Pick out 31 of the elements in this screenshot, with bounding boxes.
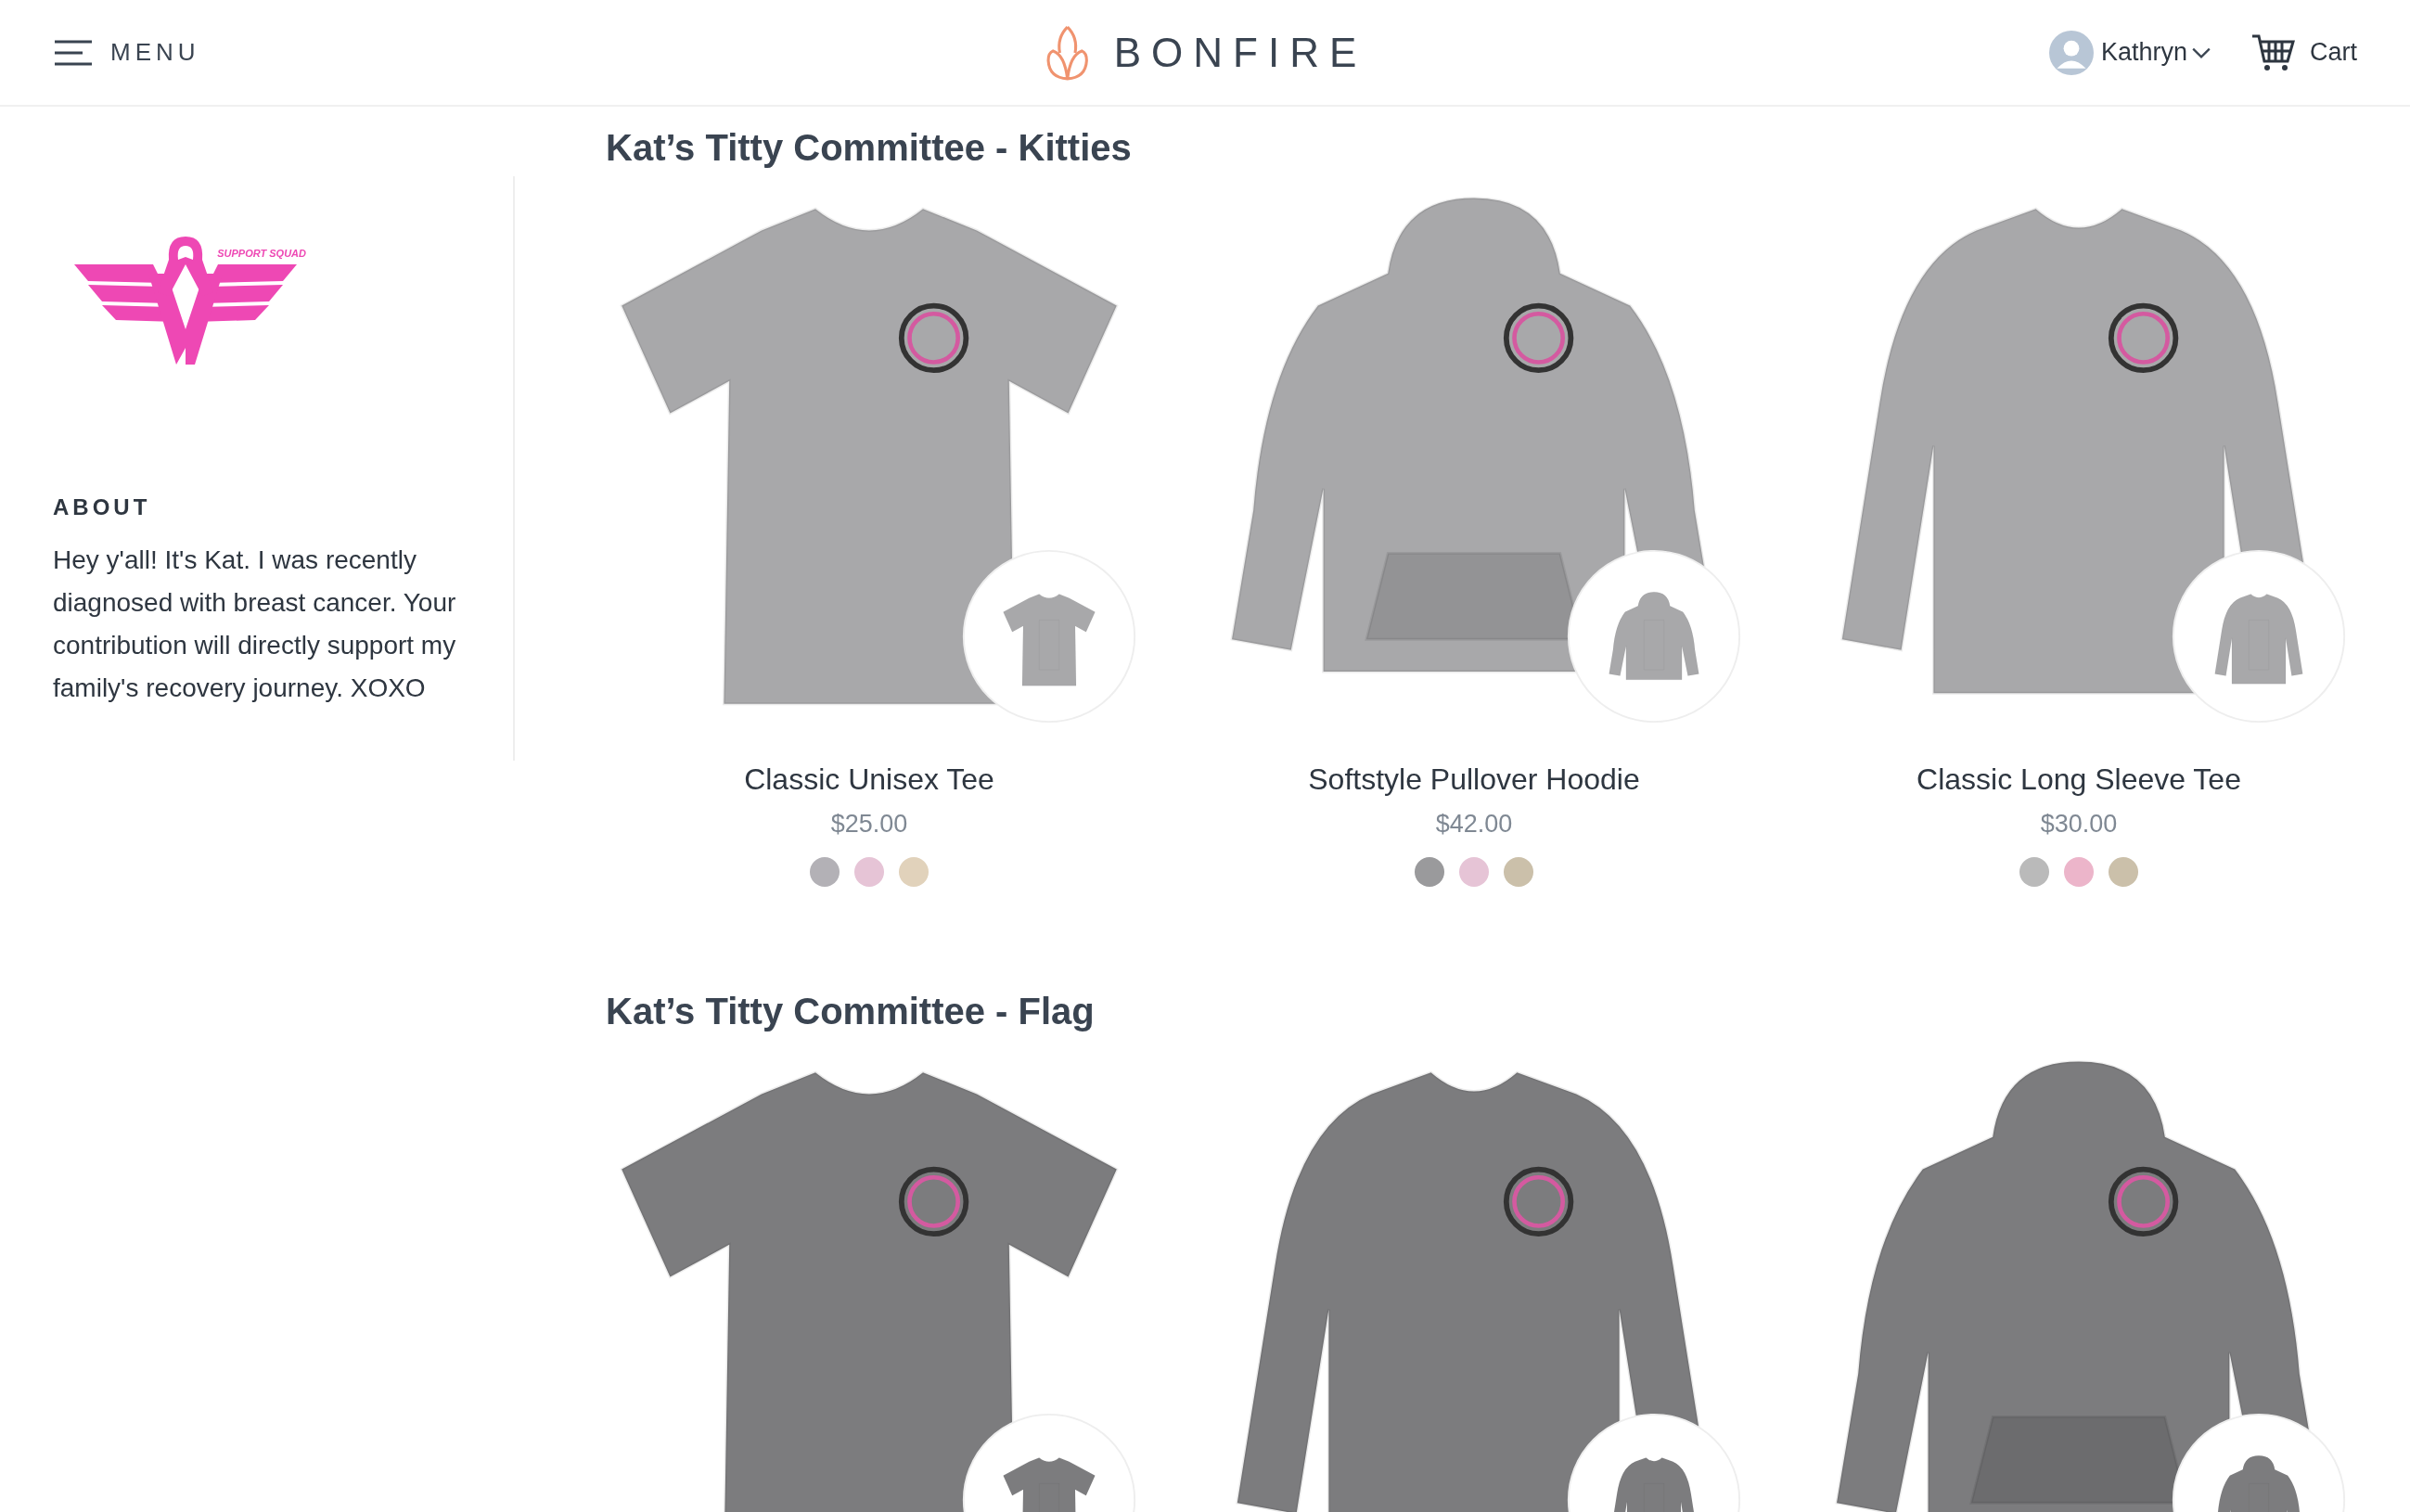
section-title: Kat’s Titty Committee - Kitties — [606, 127, 1133, 169]
product-thumbnail-drawing[interactable] — [2170, 547, 2348, 725]
color-swatch[interactable] — [810, 857, 840, 887]
color-swatch[interactable] — [2019, 857, 2049, 887]
color-swatch[interactable] — [854, 857, 884, 887]
color-swatch[interactable] — [1459, 857, 1489, 887]
menu-button[interactable]: MENU — [53, 38, 200, 67]
product-name[interactable]: Classic Unisex Tee — [744, 762, 994, 797]
cart-button[interactable]: Cart — [2250, 32, 2357, 72]
color-swatch[interactable] — [899, 857, 929, 887]
product-name[interactable]: Classic Long Sleeve Tee — [1916, 762, 2241, 797]
color-swatch[interactable] — [2109, 857, 2138, 887]
product-thumbnail-drawing[interactable] — [1565, 547, 1743, 725]
logo-tagline: SUPPORT SQUAD — [217, 248, 306, 259]
chevron-down-icon — [2191, 45, 2211, 59]
section-title: Kat’s Titty Committee - Flag — [606, 991, 1096, 1032]
brand-name: BONFIRE — [1113, 29, 1367, 76]
product-price: $30.00 — [2040, 810, 2118, 839]
product-price: $25.00 — [830, 810, 908, 839]
user-menu-button[interactable]: Kathryn — [2048, 30, 2211, 75]
avatar-icon — [2048, 30, 2094, 75]
menu-icon — [53, 38, 94, 67]
about-heading: ABOUT — [53, 494, 152, 520]
product-name[interactable]: Softstyle Pullover Hoodie — [1308, 762, 1640, 797]
color-swatch[interactable] — [1415, 857, 1444, 887]
product-price: $42.00 — [1435, 810, 1513, 839]
color-swatch[interactable] — [2064, 857, 2094, 887]
about-text: Hey y'all! It's Kat. I was recently diagnosed with breast cancer. Your contribution will directly support my family's recovery journey. XOXO — [53, 545, 457, 704]
color-swatch[interactable] — [1504, 857, 1533, 887]
product-thumbnail-drawing[interactable] — [960, 547, 1138, 725]
cart-icon — [2250, 32, 2295, 72]
